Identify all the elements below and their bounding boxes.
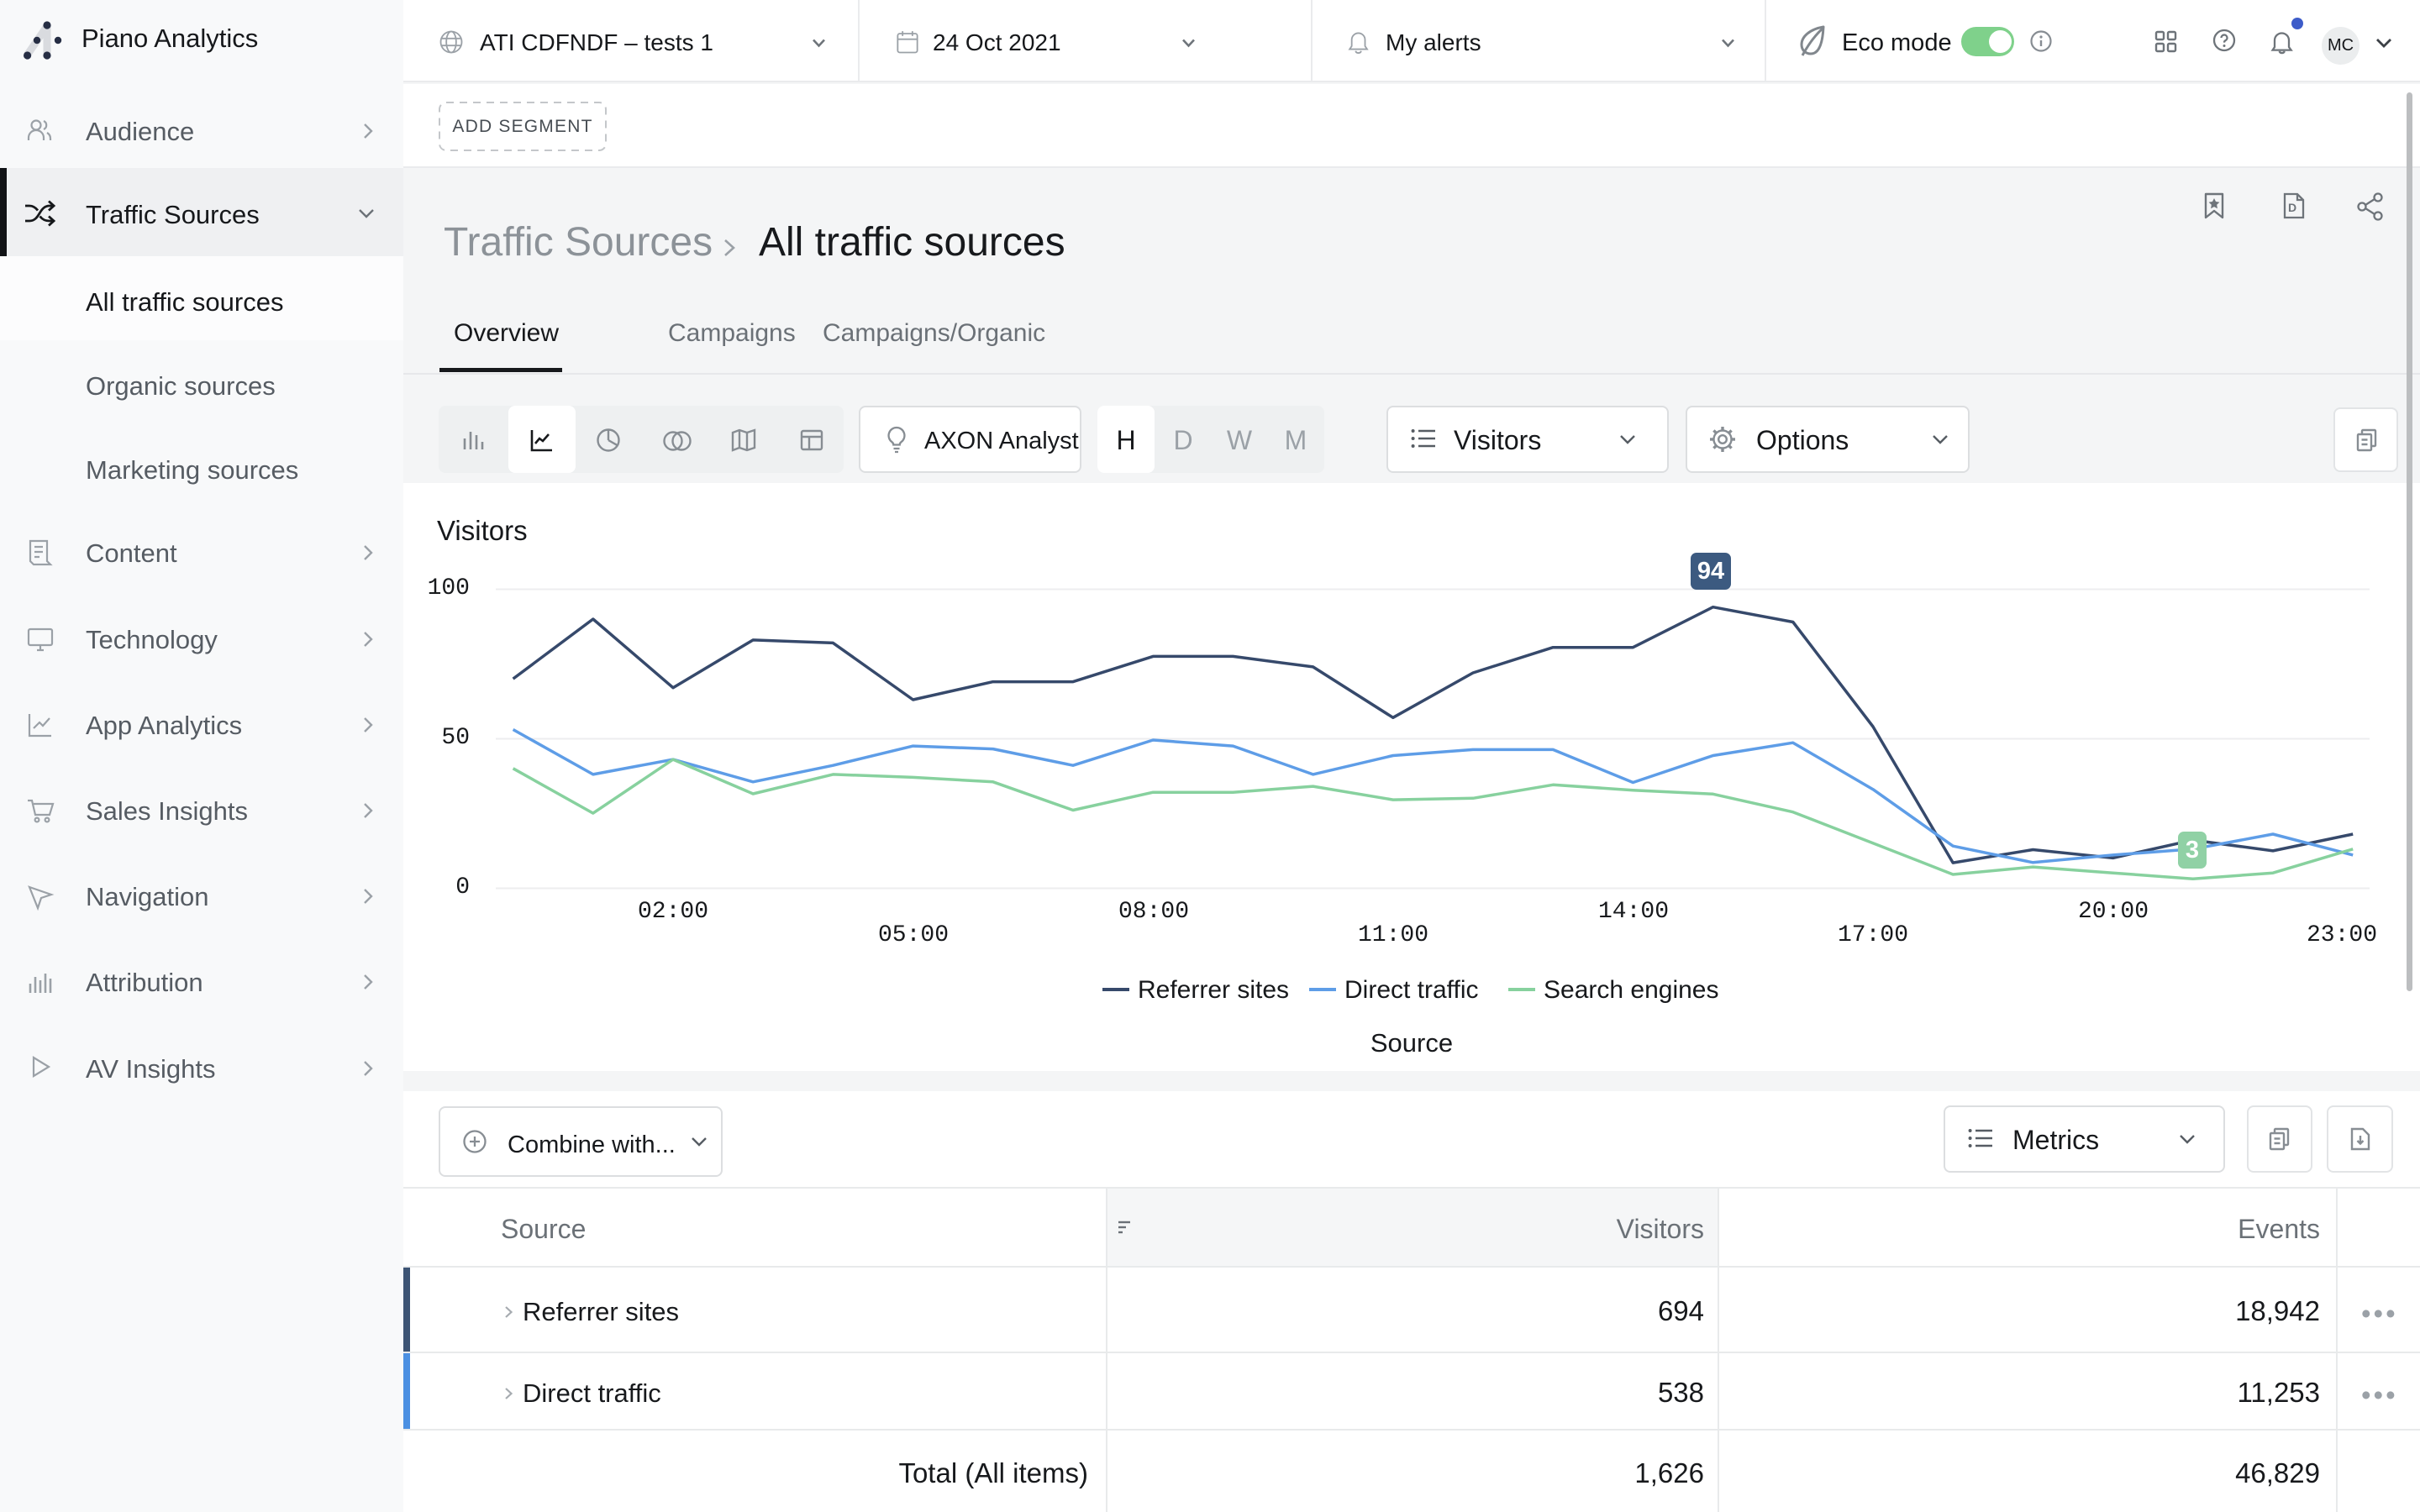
svg-text:3: 3 [2186,837,2199,864]
svg-text:94: 94 [1697,558,1724,585]
svg-text:D: D [2288,201,2296,214]
